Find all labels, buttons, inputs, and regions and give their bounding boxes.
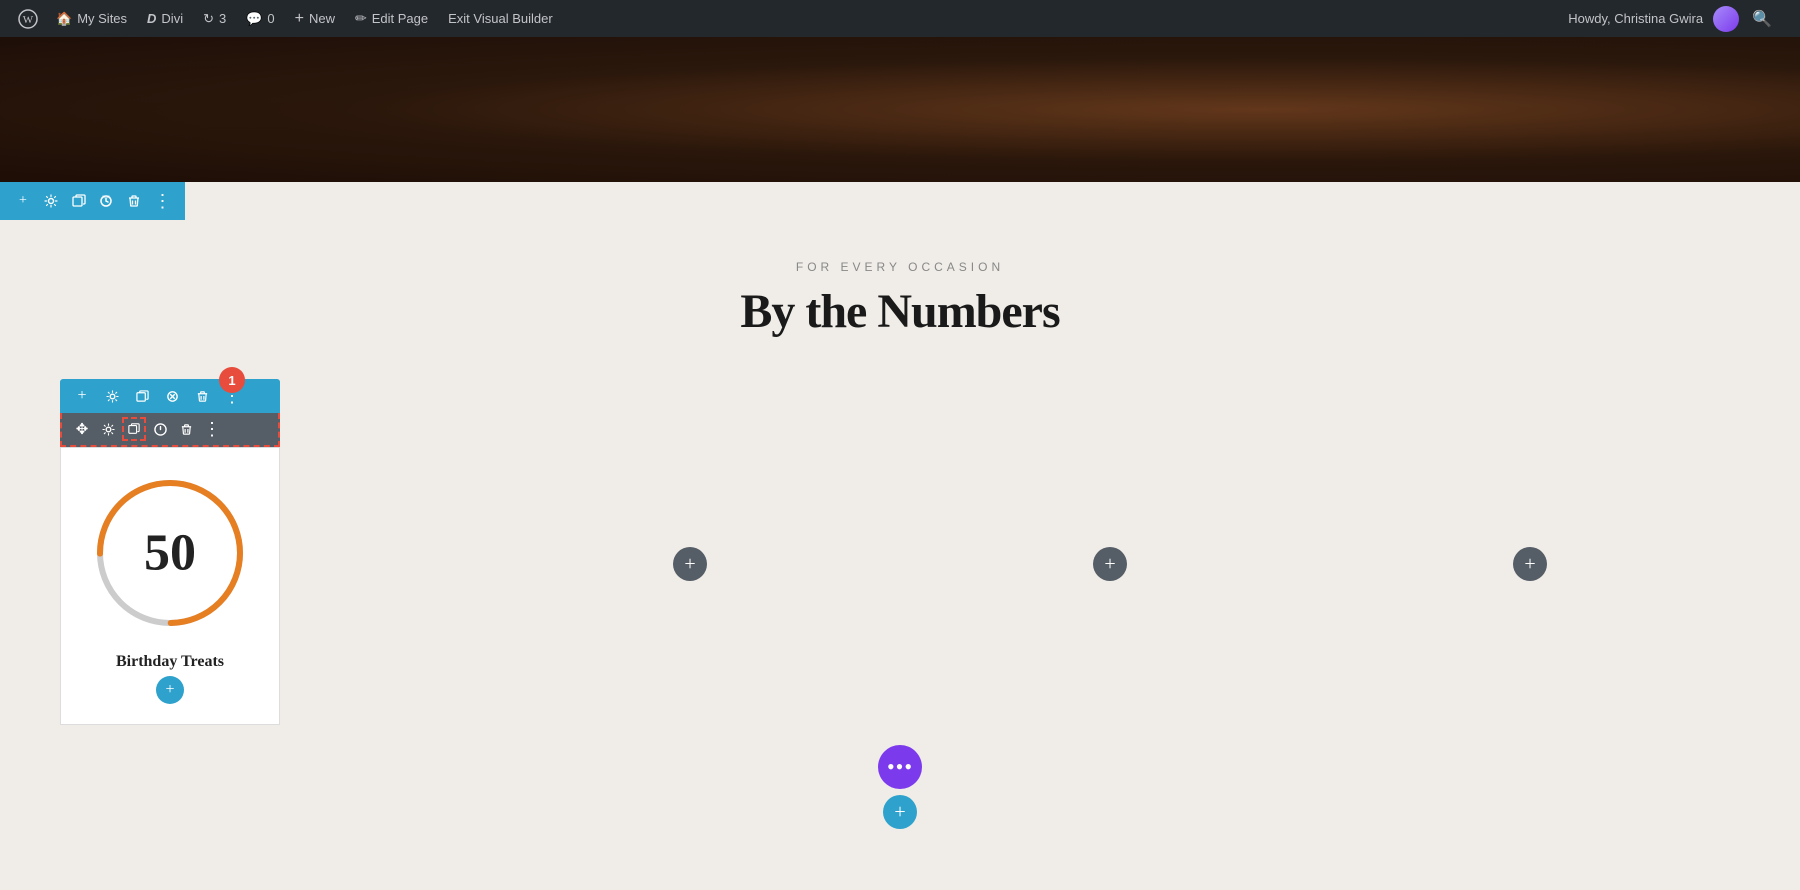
row-delete-button[interactable] xyxy=(188,382,216,410)
hero-section xyxy=(0,37,1800,182)
svg-text:W: W xyxy=(23,14,34,26)
module-inner-toolbar: ✥ xyxy=(60,413,280,447)
section-toolbar: + ⋮ xyxy=(0,182,185,220)
section-toggle-button[interactable] xyxy=(93,187,119,215)
pencil-icon: ✏ xyxy=(355,10,367,27)
row-settings-button[interactable] xyxy=(98,382,126,410)
col4-add-button[interactable]: + xyxy=(1513,547,1547,581)
section-settings-button[interactable] xyxy=(38,187,64,215)
section-title: By the Numbers xyxy=(0,284,1800,339)
module-number: 50 xyxy=(144,524,196,583)
bottom-controls: ••• + xyxy=(0,745,1800,829)
module-card: 50 Birthday Treats + xyxy=(60,447,280,725)
module-col-3: + xyxy=(900,379,1320,699)
section-heading: FOR EVERY OCCASION By the Numbers xyxy=(0,260,1800,339)
divi-menu[interactable]: D Divi xyxy=(137,0,193,37)
admin-bar: W 🏠 My Sites D Divi ↻ 3 💬 0 + New ✏ Edit… xyxy=(0,0,1800,37)
row-toolbar: + xyxy=(60,379,280,413)
module-col-2: + xyxy=(480,379,900,699)
module-toggle-button[interactable] xyxy=(148,417,172,441)
row-clone-button[interactable] xyxy=(128,382,156,410)
hero-background xyxy=(0,37,1800,182)
home-icon: 🏠 xyxy=(56,11,72,27)
active-module-wrapper: + xyxy=(60,379,280,725)
user-greeting: Howdy, Christina Gwira xyxy=(1568,11,1703,26)
module-label: Birthday Treats xyxy=(116,653,224,671)
circle-chart: 50 xyxy=(90,473,250,633)
divi-icon: D xyxy=(147,11,156,26)
section-clone-button[interactable] xyxy=(66,187,92,215)
new-content-menu[interactable]: + New xyxy=(285,0,345,37)
module-settings-button[interactable] xyxy=(96,417,120,441)
comments-icon: 💬 xyxy=(246,11,262,27)
section-subtitle: FOR EVERY OCCASION xyxy=(0,260,1800,274)
module-col-4: + xyxy=(1320,379,1740,699)
exit-builder-button[interactable]: Exit Visual Builder xyxy=(438,0,563,37)
section-add-button[interactable]: + xyxy=(10,187,36,215)
updates-icon: ↻ xyxy=(203,11,214,27)
module-add-inside-button[interactable]: + xyxy=(156,676,184,704)
my-sites-menu[interactable]: 🏠 My Sites xyxy=(46,0,137,37)
bottom-add-button[interactable]: + xyxy=(883,795,917,829)
module-more-button[interactable]: ⋮ xyxy=(200,417,224,441)
avatar[interactable] xyxy=(1713,6,1739,32)
row-add-button[interactable]: + xyxy=(68,382,96,410)
section-more-button[interactable]: ⋮ xyxy=(149,187,175,215)
bottom-dots-button[interactable]: ••• xyxy=(878,745,922,789)
row-toggle-button[interactable] xyxy=(158,382,186,410)
main-content: FOR EVERY OCCASION By the Numbers + xyxy=(0,220,1800,890)
module-clone-button[interactable] xyxy=(122,417,146,441)
col3-add-button[interactable]: + xyxy=(1093,547,1127,581)
wp-logo[interactable]: W xyxy=(10,0,46,37)
modules-row: + xyxy=(0,379,1800,725)
col2-add-button[interactable]: + xyxy=(673,547,707,581)
module-move-button[interactable]: ✥ xyxy=(70,417,94,441)
search-icon[interactable]: 🔍 xyxy=(1744,9,1780,29)
section-delete-button[interactable] xyxy=(121,187,147,215)
admin-user-area: Howdy, Christina Gwira 🔍 xyxy=(1568,6,1790,32)
notification-badge: 1 xyxy=(219,367,245,393)
updates-menu[interactable]: ↻ 3 xyxy=(193,0,236,37)
comments-menu[interactable]: 💬 0 xyxy=(236,0,284,37)
edit-page-button[interactable]: ✏ Edit Page xyxy=(345,0,438,37)
module-delete-button[interactable] xyxy=(174,417,198,441)
plus-icon: + xyxy=(295,10,304,28)
module-col-1: + xyxy=(60,379,480,725)
